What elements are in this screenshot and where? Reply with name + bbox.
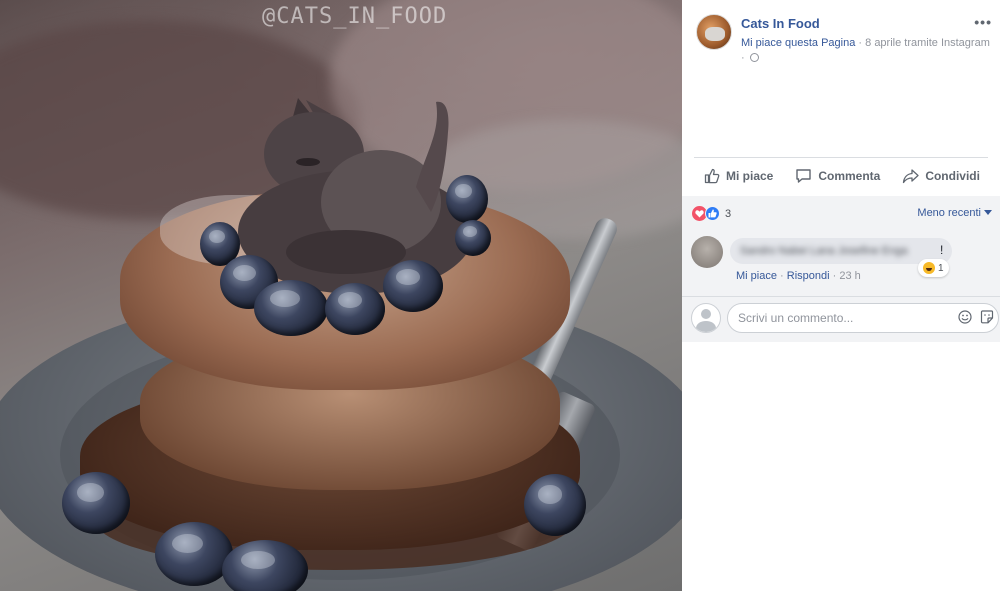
emoji-icon[interactable] [958,310,972,324]
share-button[interactable]: Condividi [902,168,980,184]
reaction-count: 3 [725,207,732,220]
share-label: Condividi [925,169,980,183]
user-avatar [691,303,721,333]
blueberry [325,283,385,335]
comment-time[interactable]: 23 h [839,270,860,282]
caret-down-icon [984,210,992,215]
post-actions: Mi piace Commenta Condividi [694,158,988,194]
subtitle-separator: · [855,37,866,49]
comment-composer [682,296,1000,342]
subtitle-dot: · [741,52,748,64]
blueberry [446,175,488,223]
comment-like-link[interactable]: Mi piace [736,270,777,282]
more-options-icon[interactable]: ••• [974,14,992,30]
comment-sort-dropdown[interactable]: Meno recenti [917,207,992,219]
comment-text-end: ! [940,243,944,257]
reaction-summary[interactable]: 3 [692,206,731,221]
comments-section: 3 Meno recenti Sandro Nabei Lana Josefin… [682,196,1000,342]
blueberry [455,220,491,256]
like-button[interactable]: Mi piace [704,168,773,184]
blueberry [524,474,586,536]
haha-reaction-icon [923,262,935,274]
blueberry [155,522,233,586]
blueberry [62,472,130,534]
liked-page-link[interactable]: Mi piace questa Pagina [741,37,855,49]
post-panel: Cats In Food ••• Mi piace questa Pagina … [682,0,1000,591]
blueberry [383,260,443,312]
page-avatar[interactable] [696,14,732,50]
post-header: Cats In Food ••• Mi piace questa Pagina … [696,14,992,74]
comment-reaction-count: 1 [938,262,944,274]
comment-icon [796,169,812,183]
post-subtitle: Mi piace questa Pagina · 8 aprile tramit… [741,36,996,66]
commenter-avatar[interactable] [691,236,723,268]
post-timestamp[interactable]: 8 aprile tramite Instagram [865,37,990,49]
comment-label: Commenta [818,169,881,183]
comment-reaction-badge[interactable]: 1 [918,259,949,277]
photo-watermark: @CATS_IN_FOOD [262,4,448,29]
comment-meta: Mi piace · Rispondi · 23 h [736,270,861,282]
comment-author-blurred[interactable]: Sandro Nabei Lana Josefine Enga [740,245,908,257]
comment-reply-link[interactable]: Rispondi [787,270,830,282]
page-name-link[interactable]: Cats In Food [741,16,820,31]
globe-icon [749,53,759,62]
like-reaction-icon [705,206,720,221]
blueberry [254,280,328,336]
comment-bubble: Sandro Nabei Lana Josefine Enga [730,238,952,264]
share-icon [903,169,919,184]
sort-label: Meno recenti [917,207,981,219]
meta-dot: · [780,270,787,282]
comment-button[interactable]: Commenta [795,168,880,184]
sticker-icon[interactable] [980,310,994,324]
like-label: Mi piace [726,169,774,183]
blueberry [222,540,308,591]
thumbs-up-icon [704,168,720,184]
post-photo[interactable]: @CATS_IN_FOOD [0,0,682,591]
divider [682,296,1000,297]
